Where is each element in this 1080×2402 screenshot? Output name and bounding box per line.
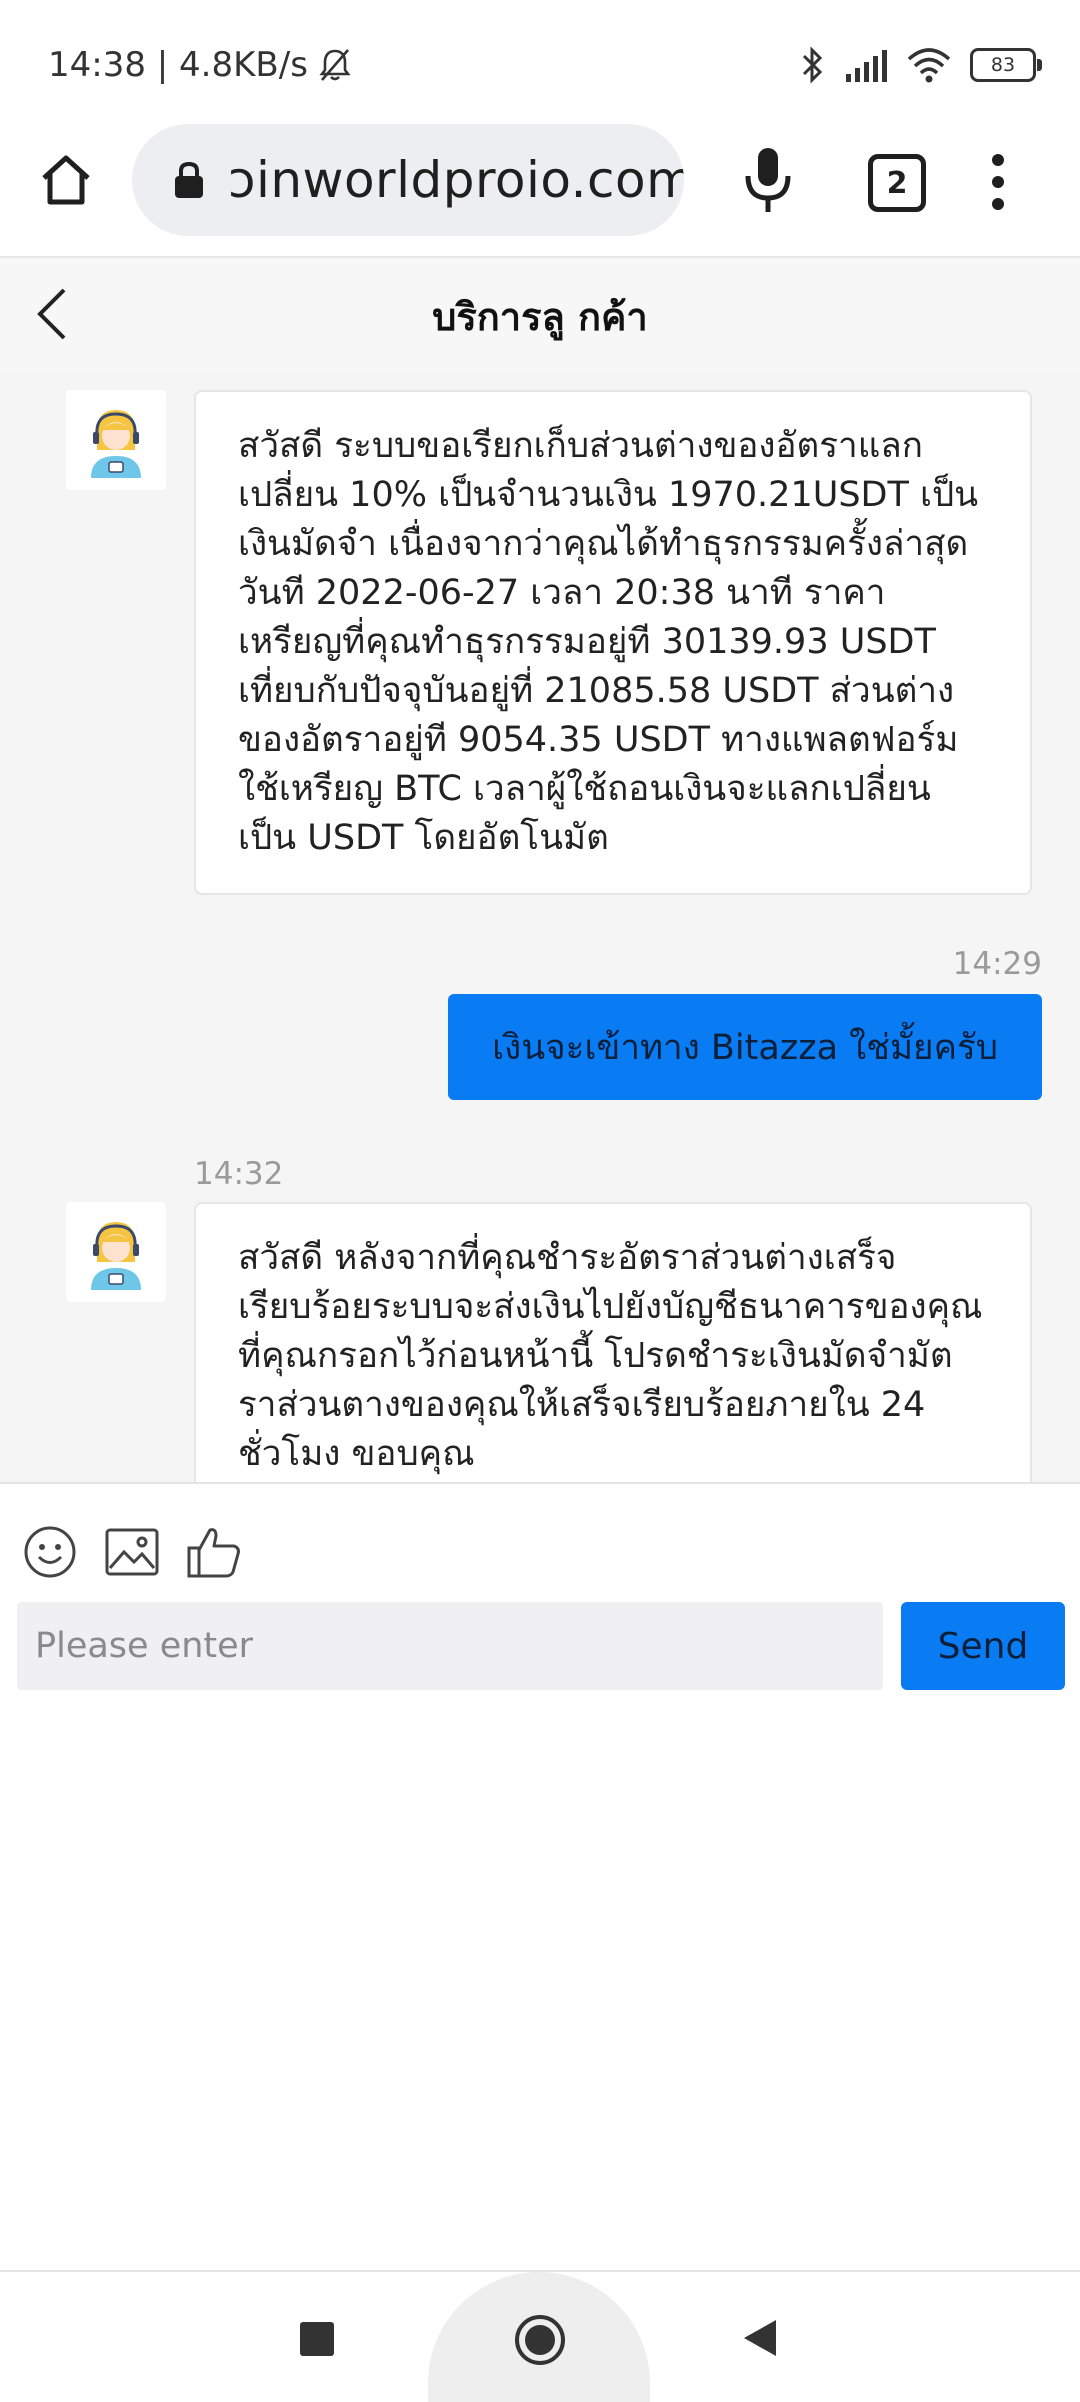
incoming-message: สวัสดี หลังจากที่คุณชำระอัตราส่วนต่างเสร… <box>194 1202 1032 1482</box>
signal-icon <box>846 50 887 82</box>
bell-off-icon <box>319 49 351 81</box>
browser-toolbar: ɔinworldproio.com 2 <box>0 120 1080 258</box>
image-icon[interactable] <box>104 1524 160 1580</box>
mic-icon[interactable] <box>740 144 796 216</box>
message-time: 14:29 <box>952 946 1042 982</box>
recents-icon[interactable] <box>300 2322 334 2356</box>
status-left: 14:38 | 4.8KB/s <box>48 40 352 90</box>
tabs-icon[interactable]: 2 <box>868 154 926 212</box>
lock-icon[interactable] <box>172 160 206 200</box>
outgoing-message: เงินจะเข้าทาง Bitazza ใช่มั้ยครับ <box>448 994 1042 1100</box>
emoji-icon[interactable] <box>22 1524 78 1580</box>
incoming-message: สวัสดี ระบบขอเรียกเก็บส่วนต่างของอัตราแล… <box>194 390 1032 895</box>
page-title: บริการลู กค้า <box>432 294 648 339</box>
support-agent-avatar <box>66 1202 166 1302</box>
home-nav-icon[interactable] <box>514 2314 566 2366</box>
status-bar: 14:38 | 4.8KB/s 83 <box>0 0 1080 120</box>
send-button[interactable]: Send <box>901 1602 1065 1690</box>
support-agent-icon <box>91 410 141 478</box>
bluetooth-icon <box>802 46 823 84</box>
battery-icon: 83 <box>970 48 1042 82</box>
status-time-speed: 14:38 | 4.8KB/s <box>48 45 308 85</box>
message-input[interactable] <box>17 1602 883 1690</box>
chat-header: บริการลู กค้า <box>0 258 1080 374</box>
status-right: 83 <box>800 40 1042 90</box>
menu-icon[interactable] <box>986 150 1010 214</box>
home-icon[interactable] <box>36 150 96 210</box>
message-list[interactable]: สวัสดี ระบบขอเรียกเก็บส่วนต่างของอัตราแล… <box>0 374 1080 1484</box>
support-agent-icon <box>91 1222 141 1290</box>
battery-level: 83 <box>990 54 1016 76</box>
url-text: ɔinworldproio.com <box>228 151 684 209</box>
address-bar[interactable]: ɔinworldproio.com <box>132 124 684 236</box>
message-time: 14:32 <box>194 1156 284 1192</box>
back-nav-icon[interactable] <box>740 2316 780 2360</box>
back-icon[interactable] <box>32 284 72 344</box>
system-nav-bar <box>0 2270 1080 2402</box>
thumbs-up-icon[interactable] <box>186 1524 242 1580</box>
support-agent-avatar <box>66 390 166 490</box>
wifi-icon <box>907 48 951 83</box>
tab-count: 2 <box>886 165 908 201</box>
message-composer: Send <box>0 1484 1080 1704</box>
